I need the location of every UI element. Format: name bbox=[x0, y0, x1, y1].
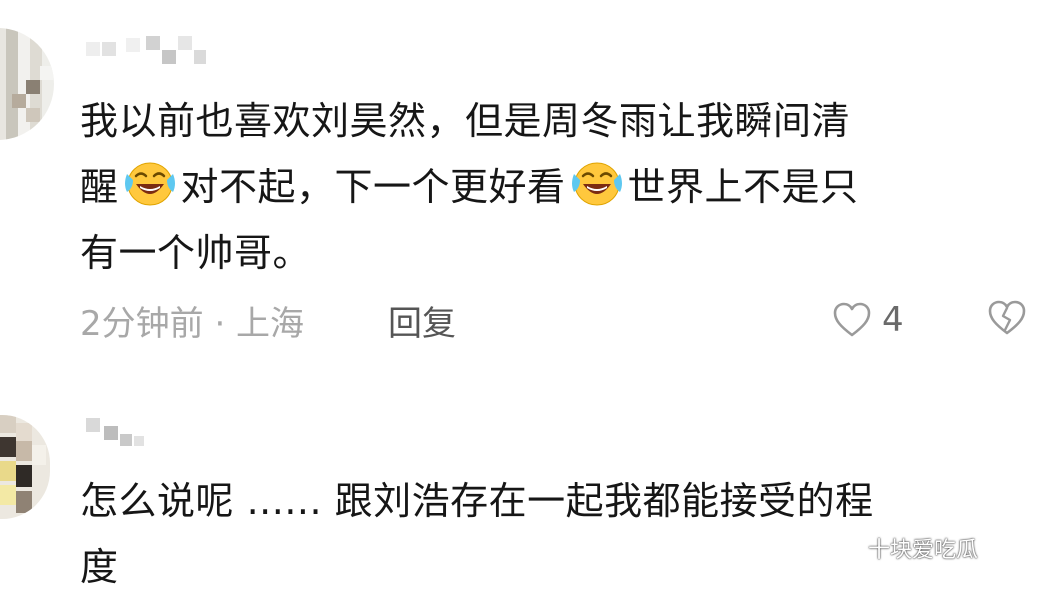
reply-button[interactable]: 回复 bbox=[388, 296, 456, 345]
dislike-button[interactable] bbox=[986, 298, 1028, 342]
comment-text-segment: 世界上不是只 bbox=[627, 165, 859, 209]
like-count: 4 bbox=[882, 300, 904, 340]
comment-line: 怎么说呢 ...... 跟刘浩存在一起我都能接受的程 bbox=[80, 479, 874, 523]
heart-icon bbox=[833, 302, 871, 337]
watermark-text: 十块爱吃瓜 bbox=[868, 538, 979, 563]
comment-thread: 我以前也喜欢刘昊然，但是周冬雨让我瞬间清 醒 对不起，下一个更好看 世界上不是只… bbox=[0, 0, 1040, 594]
broken-heart-icon bbox=[988, 300, 1026, 335]
comment-line: 醒 对不起，下一个更好看 世界上不是只 bbox=[80, 154, 1025, 220]
username-blurred[interactable] bbox=[86, 418, 146, 446]
laughing-with-tears-emoji-icon bbox=[124, 162, 175, 206]
comment-line: 我以前也喜欢刘昊然，但是周冬雨让我瞬间清 bbox=[80, 99, 851, 143]
laughing-with-tears-emoji-icon bbox=[571, 162, 622, 206]
username-blurred[interactable] bbox=[86, 36, 206, 64]
comment-line: 有一个帅哥。 bbox=[80, 231, 312, 275]
avatar[interactable] bbox=[0, 28, 54, 140]
watermark: 十块爱吃瓜 bbox=[828, 532, 978, 564]
comment-time-location: 2分钟前 · 上海 bbox=[80, 304, 305, 344]
comment-text-segment: 醒 bbox=[80, 165, 119, 209]
avatar[interactable] bbox=[0, 415, 50, 519]
comment-text-segment: 对不起，下一个更好看 bbox=[180, 165, 566, 209]
like-button[interactable]: 4 bbox=[832, 298, 904, 342]
wechat-icon bbox=[829, 535, 861, 560]
comment-body: 怎么说呢 ...... 跟刘浩存在一起我都能接受的程 度 bbox=[80, 468, 1025, 594]
comment-body: 我以前也喜欢刘昊然，但是周冬雨让我瞬间清 醒 对不起，下一个更好看 世界上不是只… bbox=[80, 88, 1025, 286]
